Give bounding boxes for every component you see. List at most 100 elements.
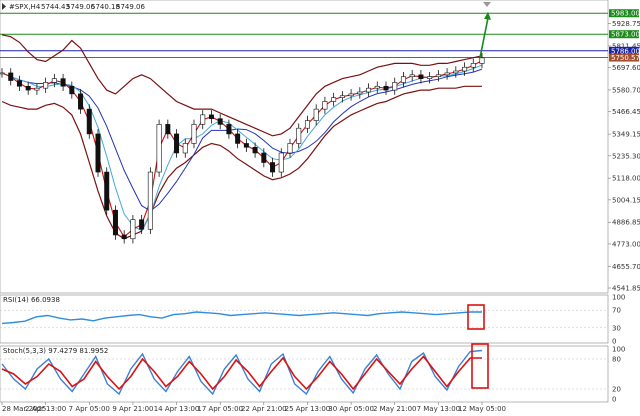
- time-tick-label: 2 Apr 13:00: [25, 405, 66, 413]
- candle-body: [174, 133, 180, 154]
- price-tick-label: 5697.60: [612, 64, 640, 72]
- candle-body: [69, 85, 75, 95]
- candle-body: [296, 127, 302, 144]
- time-tick-label: 30 Apr 05:00: [328, 405, 374, 413]
- candle-body: [287, 143, 293, 154]
- stoch-axis-label: 100: [612, 346, 625, 354]
- candle-body: [34, 87, 40, 91]
- candle-body: [479, 57, 485, 64]
- candle-body: [366, 87, 372, 93]
- stoch-label: Stoch(5,3,3) 97.4279 81.9952: [3, 347, 108, 355]
- candle-body: [322, 101, 328, 110]
- candle-body: [392, 82, 398, 91]
- chart-header: #SPX,H4 5744.43 5749.06 5740.18 5749.06: [2, 3, 145, 11]
- candle-body: [112, 209, 118, 236]
- candle-body: [348, 93, 354, 97]
- candle-body: [243, 143, 249, 148]
- time-tick-label: 2 May 21:00: [373, 405, 417, 413]
- price-tick-label: 4773.00: [612, 240, 640, 248]
- candle-body: [104, 171, 110, 211]
- time-tick-label: 14 Apr 13:00: [154, 405, 200, 413]
- chart-svg: 5983.005928.755873.005811.455786.005750.…: [0, 0, 640, 413]
- candle-body: [25, 85, 31, 91]
- candle-body: [252, 146, 258, 154]
- time-tick-label: 22 Apr 21:00: [241, 405, 287, 413]
- candle-body: [182, 143, 188, 154]
- header-close: 5749.06: [116, 3, 145, 11]
- candle-body: [374, 85, 380, 89]
- candle-body: [418, 74, 424, 79]
- time-tick-label: 9 Apr 21:00: [112, 405, 153, 413]
- price-tick-label: 5873.00: [611, 31, 640, 39]
- candle-body: [278, 152, 284, 173]
- price-tick-label: 4886.85: [612, 219, 640, 227]
- candle-body: [86, 108, 92, 135]
- main-pane: [0, 0, 609, 294]
- price-tick-label: 4655.70: [612, 263, 640, 271]
- candle-body: [139, 219, 145, 230]
- price-tick-label: 5983.00: [611, 10, 640, 18]
- candle-body: [470, 63, 476, 68]
- candle-body: [16, 80, 22, 87]
- stoch-axis-label: 80: [612, 356, 621, 364]
- time-tick-label: 25 Apr 13:00: [285, 405, 331, 413]
- candle-body: [453, 70, 459, 74]
- candle-body: [200, 114, 206, 125]
- candle-body: [51, 78, 57, 83]
- candle-body: [130, 219, 136, 240]
- candle-body: [226, 124, 232, 135]
- time-axis: 28 Mar 20252 Apr 13:00 7 Apr 05:00 9 Apr 2…: [1, 402, 506, 413]
- candle-body: [313, 108, 319, 121]
- time-tick-label: 12 May 05:00: [458, 405, 506, 413]
- candle-body: [191, 124, 197, 144]
- stoch-axis-label: 20: [612, 386, 621, 394]
- candle-body: [0, 72, 5, 75]
- candle-body: [427, 76, 433, 79]
- time-tick-label: 7 May 13:00: [417, 405, 461, 413]
- candle-body: [444, 72, 450, 76]
- price-tick-label: 5750.57: [611, 54, 640, 62]
- stoch-axis-label: 0: [612, 396, 616, 404]
- price-tick-label: 5235.30: [612, 152, 640, 160]
- time-tick-label: 7 Apr 05:00: [69, 405, 110, 413]
- candle-body: [409, 74, 415, 78]
- rsi-label: RSI(14) 66.0938: [3, 296, 60, 304]
- candle-body: [217, 118, 223, 125]
- price-tick-label: 5580.70: [612, 86, 640, 94]
- candle-body: [43, 82, 49, 89]
- price-tick-label: 5004.15: [612, 196, 640, 204]
- candle-body: [78, 93, 84, 110]
- candle-body: [8, 72, 14, 81]
- candle-body: [156, 124, 162, 173]
- candle-body: [400, 76, 406, 83]
- price-tick-label: 4541.85: [612, 285, 640, 293]
- chart-root: 5983.00 5928.75 5873.00 5811.45 5786.00 5750.…: [0, 0, 640, 416]
- price-axis: 5983.005928.755873.005811.455786.005750.…: [608, 9, 640, 293]
- candle-body: [462, 66, 468, 72]
- rsi-axis-label: 100: [612, 294, 625, 302]
- price-tick-label: 5349.15: [612, 131, 640, 139]
- price-tick-label: 5928.75: [612, 20, 640, 28]
- price-tick-label: 5466.45: [612, 108, 640, 116]
- candle-body: [339, 95, 345, 99]
- rsi-axis-label: 70: [612, 307, 621, 315]
- rsi-axis-label: 30: [612, 324, 621, 332]
- time-tick-label: 17 Apr 05:00: [197, 405, 243, 413]
- candle-body: [235, 133, 241, 144]
- candle-body: [95, 133, 101, 173]
- candle-body: [60, 78, 66, 87]
- candle-body: [331, 97, 337, 102]
- candle-body: [304, 120, 310, 129]
- candle-body: [435, 74, 441, 78]
- candle-body: [147, 171, 153, 230]
- rsi-axis-label: 0: [612, 338, 616, 346]
- candle-body: [270, 162, 276, 173]
- header-symbol: #SPX,H4: [9, 3, 41, 11]
- rsi-pane: [0, 294, 609, 344]
- candle-body: [357, 91, 363, 95]
- candle-body: [165, 124, 171, 135]
- candle-body: [121, 234, 127, 240]
- candle-body: [261, 152, 267, 163]
- candle-body: [208, 114, 214, 119]
- price-tick-label: 5118.00: [612, 175, 640, 183]
